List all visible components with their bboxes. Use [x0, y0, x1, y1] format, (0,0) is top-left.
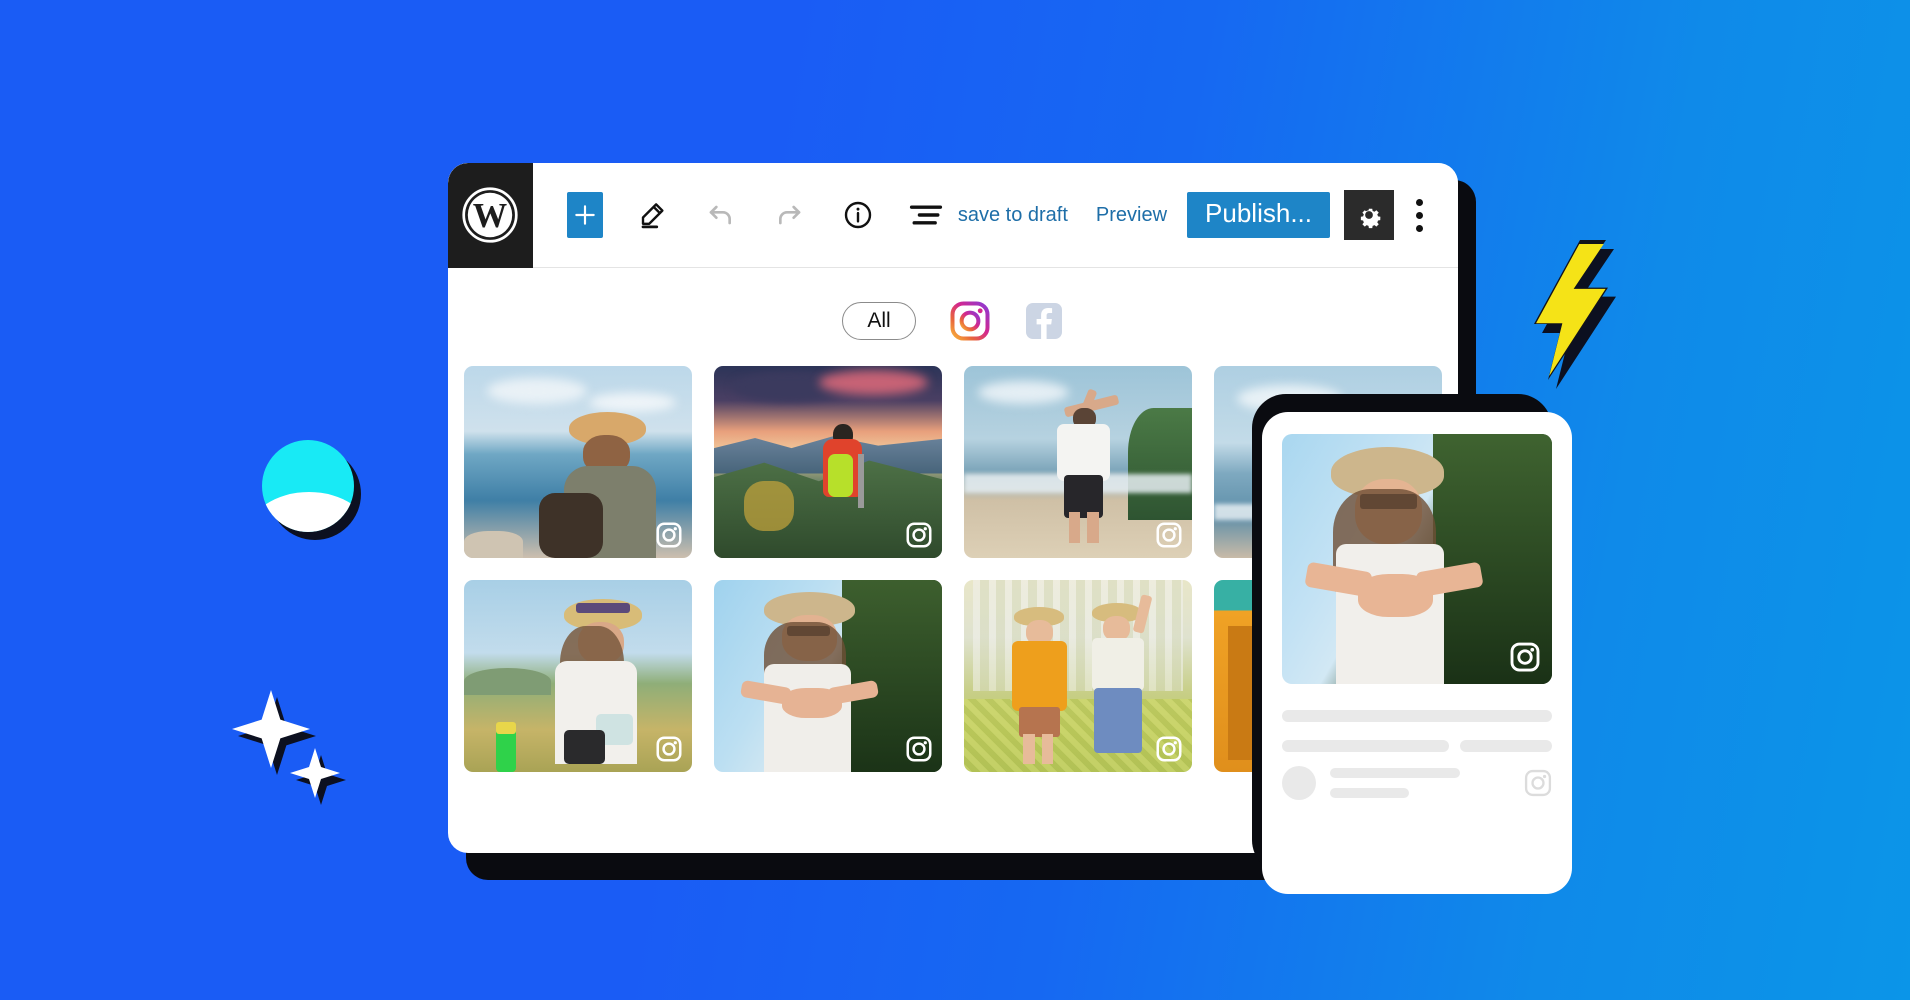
filter-tab-facebook[interactable]: [1024, 301, 1064, 341]
instagram-icon: [1524, 769, 1552, 797]
skeleton-line: [1282, 740, 1450, 752]
cyan-circle-decoration: [262, 440, 361, 540]
instagram-badge-icon: [906, 522, 932, 548]
photo-thumbnail[interactable]: [714, 580, 942, 772]
instagram-badge-icon: [906, 736, 932, 762]
feed-filter-row: All: [476, 290, 1430, 352]
pencil-icon: [641, 203, 664, 229]
toolbar-actions: save to draft Preview Publish...: [944, 190, 1458, 240]
settings-button[interactable]: [1344, 190, 1394, 240]
kebab-dot: [1415, 224, 1423, 232]
skeleton-line: [1330, 768, 1460, 778]
photo-thumbnail[interactable]: [714, 366, 942, 558]
list-view-icon: [909, 205, 942, 225]
sparkle-small-icon: [290, 748, 346, 805]
plus-icon: [575, 205, 595, 225]
instagram-badge-icon: [656, 522, 682, 548]
phone-preview-footer: [1282, 766, 1552, 800]
more-options-button[interactable]: [1402, 190, 1436, 240]
skeleton-line: [1460, 740, 1552, 752]
instagram-badge-icon: [656, 736, 682, 762]
phone-preview-card: [1262, 412, 1572, 894]
redo-arrow-icon: [779, 205, 801, 225]
filter-tab-instagram[interactable]: [950, 301, 990, 341]
info-circle-icon: [844, 201, 871, 229]
instagram-badge-icon: [1510, 642, 1540, 672]
skeleton-line: [1330, 788, 1410, 798]
photo-thumbnail[interactable]: [964, 366, 1192, 558]
photo-thumbnail[interactable]: [464, 366, 692, 558]
cyan-circle-body: [262, 440, 354, 532]
lightning-bolt-icon: [1518, 240, 1618, 389]
promo-artboard: W save to draft Preview Publish... All: [0, 0, 1910, 1000]
editor-toolbar: W save to draft Preview Publish...: [448, 163, 1458, 268]
add-block-button[interactable]: [566, 192, 604, 238]
kebab-dot: [1415, 211, 1423, 219]
photo-thumbnail[interactable]: [464, 580, 692, 772]
filter-tab-all[interactable]: All: [842, 302, 916, 340]
list-view-button[interactable]: [908, 192, 944, 238]
kebab-dot: [1415, 198, 1423, 206]
edit-tool-button[interactable]: [635, 192, 671, 238]
svg-text:W: W: [473, 197, 507, 235]
instagram-badge-icon: [1156, 522, 1182, 548]
avatar: [1282, 766, 1316, 800]
preview-button[interactable]: Preview: [1082, 204, 1181, 227]
phone-preview-photo[interactable]: [1282, 434, 1552, 684]
save-to-draft-button[interactable]: save to draft: [944, 204, 1082, 227]
instagram-badge-icon: [1156, 736, 1182, 762]
undo-arrow-icon: [709, 205, 732, 225]
redo-button[interactable]: [771, 192, 807, 238]
skeleton-line: [1282, 710, 1552, 722]
wordpress-logo-icon: W: [448, 163, 533, 268]
photo-thumbnail[interactable]: [964, 580, 1192, 772]
publish-button[interactable]: Publish...: [1187, 192, 1330, 238]
undo-button[interactable]: [703, 192, 739, 238]
document-info-button[interactable]: [840, 192, 876, 238]
gear-icon: [1360, 208, 1381, 229]
cyan-circle-crescent: [262, 492, 354, 532]
